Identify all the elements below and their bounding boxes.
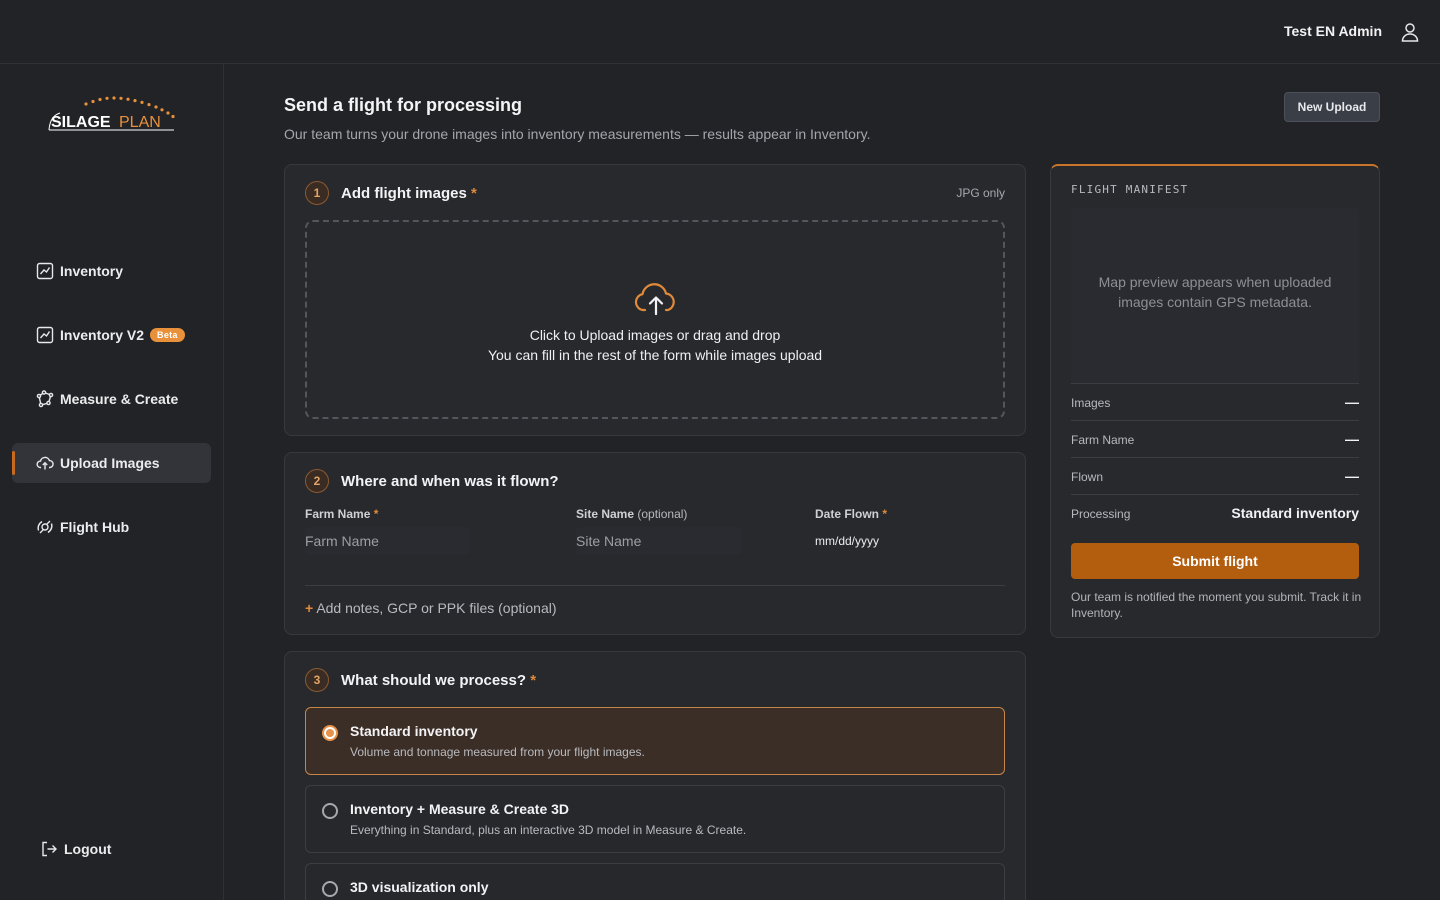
site-name-label-text: Site Name: [576, 507, 635, 521]
optional-mark: (optional): [637, 507, 688, 521]
sidebar-item-inventory-v2[interactable]: Inventory V2 Beta: [12, 315, 211, 355]
site-name-input[interactable]: [576, 527, 742, 555]
required-mark: *: [530, 672, 537, 689]
step2-card: 2 Where and when was it flown? Farm Name…: [284, 452, 1026, 635]
option-title: Standard inventory: [350, 723, 478, 739]
radio-button[interactable]: [322, 725, 338, 741]
sidebar: SILAGE PLAN Inventory Inventory V2 Beta …: [0, 64, 224, 900]
silageplan-logo[interactable]: SILAGE PLAN: [46, 94, 178, 134]
date-flown-input[interactable]: mm/dd/yyyy: [815, 534, 879, 548]
manifest-row-flown: Flown —: [1071, 457, 1359, 494]
drone-icon: [37, 520, 53, 534]
sidebar-item-label: Flight Hub: [60, 519, 130, 535]
option-description: Volume and tonnage measured from your fl…: [350, 745, 645, 759]
cloud-upload-icon: [634, 283, 675, 316]
page-subtitle: Our team turns your drone images into in…: [284, 126, 871, 142]
page-title: Send a flight for processing: [284, 95, 523, 115]
submit-note: Our team is notified the moment you subm…: [1071, 590, 1362, 620]
manifest-label: Farm Name: [1071, 433, 1135, 447]
farm-name-label-text: Farm Name: [305, 507, 371, 521]
dropzone-hint: You can fill in the rest of the form whi…: [487, 347, 823, 363]
top-bar: Test EN Admin: [0, 0, 1440, 64]
logout-icon: [42, 841, 57, 857]
add-notes-label: Add notes, GCP or PPK files (optional): [316, 600, 557, 616]
sidebar-item-label: Inventory: [60, 263, 124, 279]
new-upload-button[interactable]: New Upload: [1284, 92, 1380, 122]
chart-icon: [36, 262, 54, 280]
user-icon[interactable]: [1398, 20, 1422, 44]
option-3d-visualization[interactable]: 3D visualization only: [305, 863, 1005, 900]
farm-name-input[interactable]: [305, 527, 470, 555]
manifest-label: Flown: [1071, 470, 1104, 484]
manifest-row-images: Images —: [1071, 383, 1359, 420]
step-number: 3: [305, 668, 329, 692]
manifest-value: —: [1345, 394, 1359, 410]
sidebar-item-inventory[interactable]: Inventory: [12, 251, 211, 291]
step3-title-text: What should we process?: [341, 672, 527, 689]
option-title: 3D visualization only: [350, 879, 489, 895]
flight-manifest-panel: FLIGHT MANIFEST Map preview appears when…: [1050, 164, 1380, 638]
logout-button[interactable]: Logout: [40, 840, 111, 858]
step-title: Add flight images *: [341, 185, 477, 202]
farm-name-label: Farm Name *: [305, 507, 378, 521]
plus-icon: +: [305, 600, 314, 616]
manifest-label: Processing: [1071, 507, 1131, 521]
step1-card: 1 Add flight images * JPG only Click to …: [284, 164, 1026, 436]
sidebar-item-flight-hub[interactable]: Flight Hub: [12, 507, 211, 547]
manifest-value: —: [1345, 431, 1359, 447]
cloud-upload-icon: [36, 456, 54, 470]
option-title: Inventory + Measure & Create 3D: [350, 801, 570, 817]
map-preview: Map preview appears when uploaded images…: [1071, 208, 1359, 384]
measure-icon: [36, 390, 54, 408]
step-title: Where and when was it flown?: [341, 473, 559, 490]
manifest-value: Standard inventory: [1231, 505, 1359, 521]
submit-flight-button[interactable]: Submit flight: [1071, 543, 1359, 579]
step-number: 1: [305, 181, 329, 205]
manifest-row-processing: Processing Standard inventory: [1071, 494, 1359, 531]
manifest-label: Images: [1071, 396, 1111, 410]
add-notes-link[interactable]: + Add notes, GCP or PPK files (optional): [305, 600, 557, 616]
step3-card: 3 What should we process? * Standard inv…: [284, 651, 1026, 900]
option-inventory-measure-3d[interactable]: Inventory + Measure & Create 3D Everythi…: [305, 785, 1005, 853]
date-flown-label-text: Date Flown: [815, 507, 880, 521]
date-flown-label: Date Flown *: [815, 507, 887, 521]
radio-button[interactable]: [322, 881, 338, 897]
format-hint: JPG only: [956, 186, 1005, 200]
beta-badge: Beta: [150, 328, 185, 342]
dropzone-instruction: Click to Upload images or drag and drop: [529, 327, 781, 343]
step1-title-text: Add flight images: [341, 185, 467, 202]
radio-button[interactable]: [322, 803, 338, 819]
manifest-row-farm-name: Farm Name —: [1071, 420, 1359, 457]
map-placeholder-text: Map preview appears when uploaded images…: [1098, 274, 1332, 310]
user-name[interactable]: Test EN Admin: [1284, 23, 1382, 39]
chart-icon: [36, 326, 54, 344]
svg-text:SILAGE: SILAGE: [51, 114, 111, 131]
logout-label: Logout: [64, 841, 112, 857]
option-standard-inventory[interactable]: Standard inventory Volume and tonnage me…: [305, 707, 1005, 775]
sidebar-item-label: Measure & Create: [60, 391, 179, 407]
required-mark: *: [373, 507, 379, 521]
sidebar-item-measure-create[interactable]: Measure & Create: [12, 379, 211, 419]
image-dropzone[interactable]: Click to Upload images or drag and drop …: [305, 220, 1005, 419]
sidebar-item-label: Upload Images: [60, 455, 160, 471]
required-mark: *: [471, 185, 477, 202]
step-number: 2: [305, 469, 329, 493]
site-name-label: Site Name (optional): [576, 507, 687, 521]
manifest-value: —: [1345, 468, 1359, 484]
sidebar-item-label: Inventory V2: [60, 327, 145, 343]
required-mark: *: [882, 507, 888, 521]
divider: [305, 585, 1005, 586]
step-title: What should we process? *: [341, 672, 536, 689]
manifest-title: FLIGHT MANIFEST: [1071, 183, 1189, 196]
sidebar-item-upload-images[interactable]: Upload Images: [12, 443, 211, 483]
option-description: Everything in Standard, plus an interact…: [350, 823, 747, 837]
svg-text:PLAN: PLAN: [119, 114, 161, 131]
